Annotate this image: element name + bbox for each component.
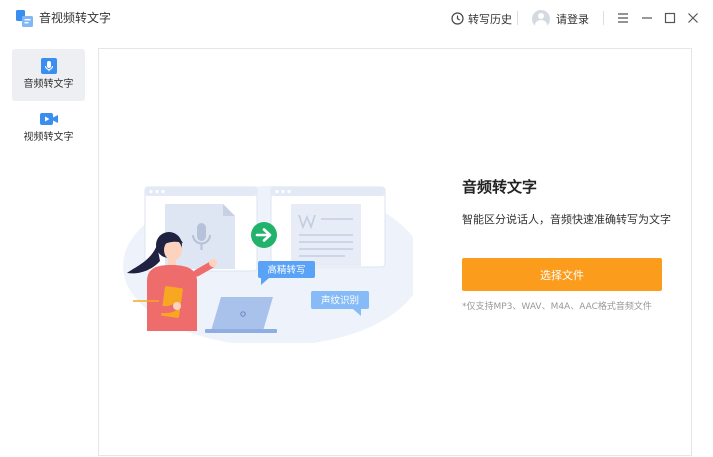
close-icon[interactable] (684, 9, 702, 27)
page-subtitle: 智能区分说话人，音频快速准确转写为文字 (462, 213, 671, 226)
illustration: 高精转写 声纹识别 (123, 186, 413, 343)
audio-file-window (144, 186, 258, 272)
sidebar-item-label: 音频转文字 (23, 79, 74, 90)
app-title: 音视频转文字 (39, 11, 112, 25)
clock-icon (451, 12, 464, 25)
arrow-right-icon (251, 222, 277, 248)
minimize-icon[interactable] (638, 9, 656, 27)
svg-text:声纹识别: 声纹识别 (321, 295, 359, 307)
page-title: 音频转文字 (462, 178, 538, 196)
supported-formats-note: *仅支持MP3、WAV、M4A、AAC格式音频文件 (462, 302, 652, 312)
sidebar-item-audio-to-text[interactable]: 音频转文字 (12, 49, 85, 101)
sidebar-item-video-to-text[interactable]: 视频转文字 (12, 102, 85, 154)
maximize-icon[interactable] (661, 9, 679, 27)
video-camera-icon (39, 113, 58, 125)
avatar-icon (532, 9, 550, 28)
sidebar-item-label: 视频转文字 (23, 132, 74, 143)
login-label: 请登录 (556, 12, 589, 26)
divider (517, 11, 518, 25)
choose-file-button[interactable]: 选择文件 (462, 258, 662, 291)
divider (603, 11, 604, 25)
microphone-icon (197, 223, 206, 241)
app-logo-icon (16, 10, 33, 27)
sidebar: 音频转文字 视频转文字 (0, 38, 95, 457)
svg-text:高精转写: 高精转写 (267, 264, 305, 276)
title-bar: 音视频转文字 转写历史 请登录 (0, 0, 713, 38)
history-label: 转写历史 (468, 12, 512, 26)
history-button[interactable]: 转写历史 (451, 10, 512, 27)
text-file-window (270, 186, 386, 268)
microphone-icon (40, 58, 57, 74)
login-button[interactable]: 请登录 (532, 9, 589, 28)
menu-icon[interactable] (614, 9, 632, 27)
main-panel: 高精转写 声纹识别 音频转文字 智能区分说话人，音频快速准确转写为文字 选择文件… (98, 48, 692, 456)
